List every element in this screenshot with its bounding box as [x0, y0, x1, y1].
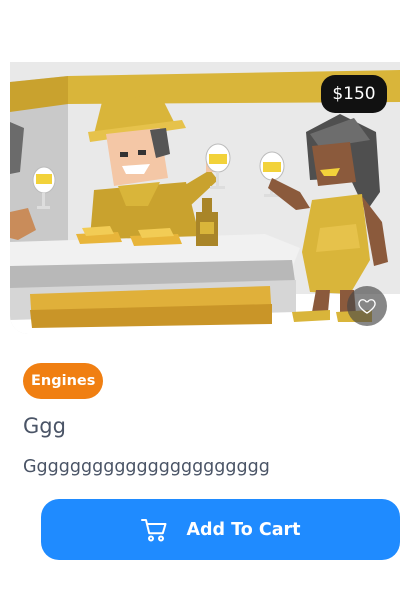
product-description: Gggggggggggggggggggggg — [23, 457, 270, 477]
category-badge[interactable]: Engines — [23, 363, 104, 399]
product-title: Ggg — [23, 414, 66, 438]
price-badge: $150 — [321, 75, 387, 113]
add-to-cart-button[interactable]: Add To Cart — [41, 499, 400, 560]
shopping-cart-icon — [141, 518, 167, 541]
favorite-button[interactable] — [347, 286, 387, 326]
heart-outline-icon — [358, 299, 376, 314]
product-card: $150 Engines Ggg Gggggggggggggggggggggg … — [0, 0, 419, 591]
add-to-cart-label: Add To Cart — [186, 519, 301, 540]
